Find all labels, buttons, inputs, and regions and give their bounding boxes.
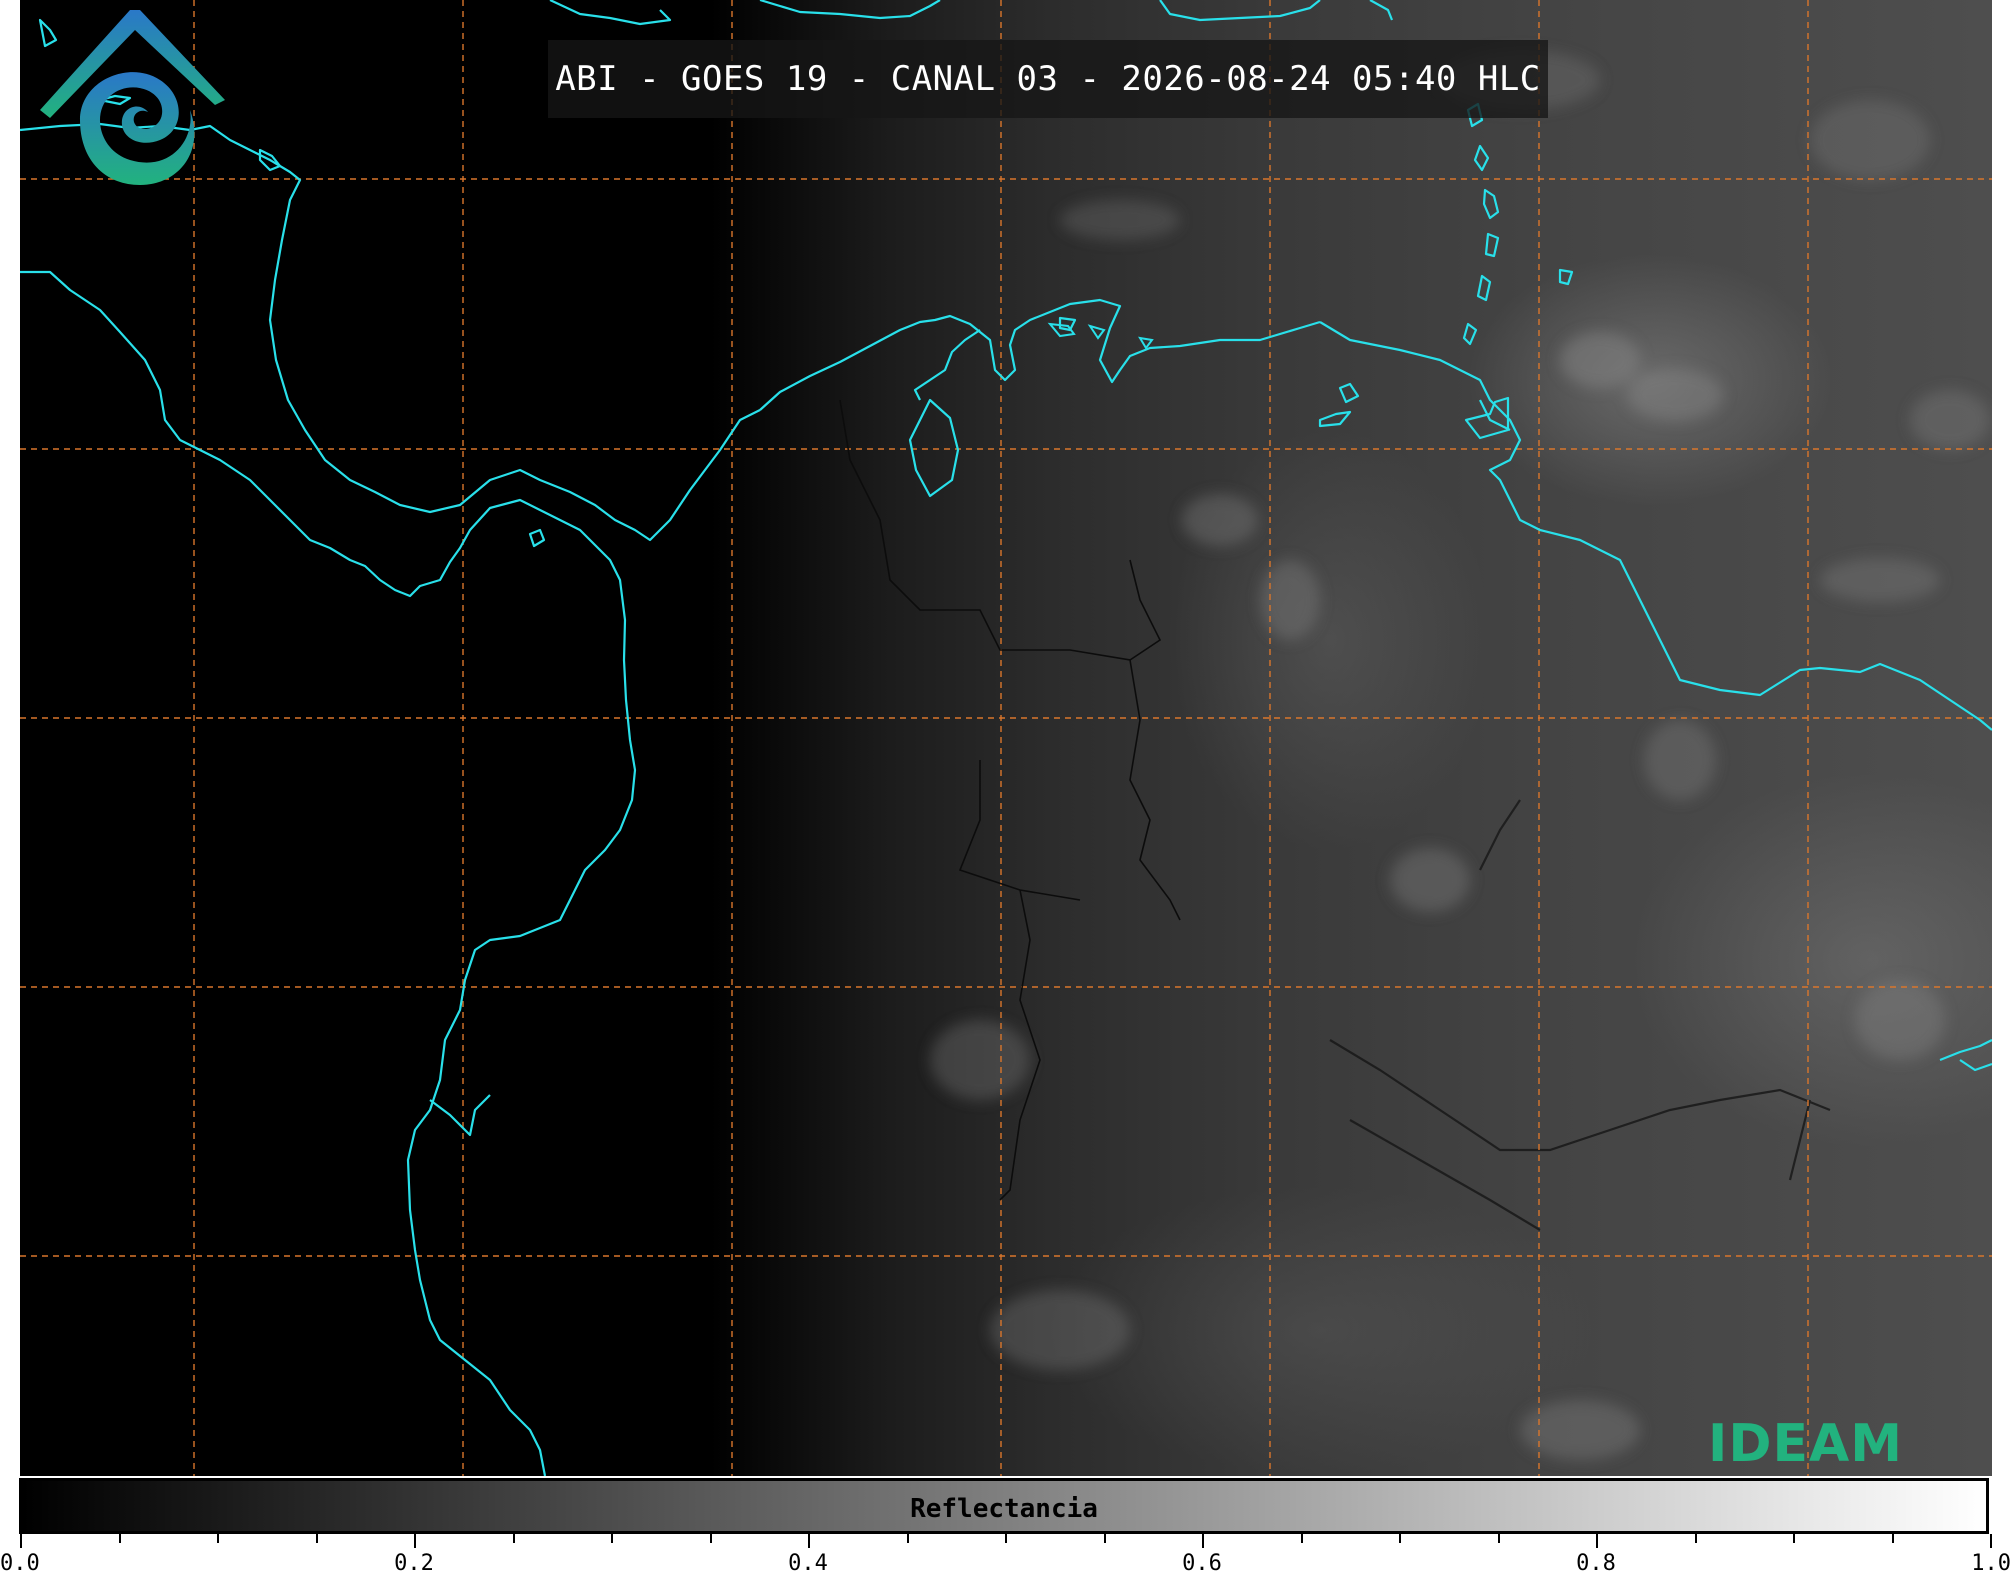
colorbar: Reflectancia: [19, 1478, 1989, 1534]
satellite-map[interactable]: ABI - GOES 19 - CANAL 03 - 2026-08-24 05…: [20, 0, 1992, 1476]
colorbar-major-tick: [414, 1534, 416, 1548]
map-title: ABI - GOES 19 - CANAL 03 - 2026-08-24 05…: [555, 59, 1541, 99]
colorbar-label: Reflectancia: [910, 1494, 1098, 1524]
ideam-logo-icon: [40, 10, 225, 185]
title-box: ABI - GOES 19 - CANAL 03 - 2026-08-24 05…: [548, 40, 1548, 118]
colorbar-tick-label: 0.2: [394, 1551, 434, 1576]
colorbar-minor-tick: [315, 1534, 318, 1543]
colorbar-tick-label: 0.6: [1182, 1551, 1222, 1576]
colorbar-tick-label: 0.8: [1576, 1551, 1616, 1576]
colorbar-minor-tick: [1793, 1534, 1795, 1543]
cloud-cover: [930, 50, 1990, 1460]
colorbar-minor-tick: [1300, 1534, 1303, 1543]
colorbar-minor-tick: [1399, 1534, 1401, 1543]
colorbar-major-tick: [808, 1534, 810, 1548]
colorbar-minor-tick: [1497, 1534, 1500, 1543]
colorbar-minor-tick: [611, 1534, 613, 1543]
colorbar-minor-tick: [906, 1534, 909, 1543]
colorbar-minor-tick: [217, 1534, 219, 1543]
abc-islands: [1047, 322, 1154, 350]
colorbar-minor-tick: [512, 1534, 515, 1543]
colorbar-major-tick: [1990, 1534, 1992, 1548]
colorbar-tick-label: 1.0: [1971, 1551, 2011, 1576]
colorbar-minor-tick: [1005, 1534, 1007, 1543]
colorbar-minor-tick: [709, 1534, 712, 1543]
colorbar-minor-tick: [118, 1534, 121, 1543]
colorbar-major-tick: [1202, 1534, 1204, 1548]
colorbar-minor-tick: [1694, 1534, 1697, 1543]
colorbar-major-tick: [1596, 1534, 1598, 1548]
ideam-logo-text: IDEAM: [1708, 1414, 1904, 1474]
colorbar-tick-label: 0.4: [788, 1551, 828, 1576]
colorbar-minor-tick: [1103, 1534, 1106, 1543]
colorbar-major-tick: [20, 1534, 22, 1548]
colorbar-ticks: [20, 1534, 1992, 1548]
colorbar-minor-tick: [1891, 1534, 1894, 1543]
map-overlay: [20, 0, 1992, 1476]
colorbar-tick-label: 0.0: [0, 1551, 40, 1576]
